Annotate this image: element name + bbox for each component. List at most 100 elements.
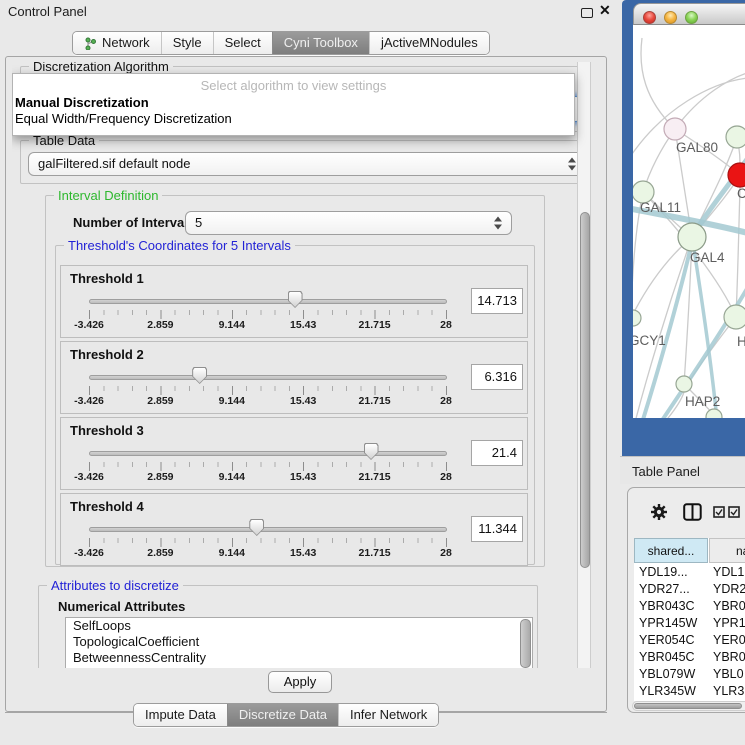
threshold-slider-ticks <box>89 538 448 547</box>
algorithm-option-equal-width[interactable]: Equal Width/Frequency Discretization <box>15 111 232 126</box>
threshold-slider-track[interactable] <box>89 527 447 532</box>
threshold-slider-thumb[interactable] <box>364 443 379 460</box>
tick-label: 21.715 <box>359 319 391 331</box>
combo-stepper-icon <box>494 217 503 230</box>
threshold-slider-thumb[interactable] <box>192 367 207 384</box>
table-row[interactable]: YER054C YER0 <box>634 632 745 649</box>
table-row[interactable]: YBR045C YBR0 <box>634 649 745 666</box>
checkbox-icon[interactable] <box>728 506 741 518</box>
table-row[interactable]: YPR145W YPR1 <box>634 615 745 632</box>
tick-label: -3.426 <box>74 395 104 407</box>
algorithm-option-manual[interactable]: Manual Discretization <box>15 95 149 110</box>
table-panel-titlebar: Table Panel <box>620 456 745 484</box>
table-row[interactable]: YBR043C YBR0 <box>634 598 745 615</box>
threshold-value-field[interactable]: 21.4 <box>471 440 523 466</box>
attributes-group-title: Attributes to discretize <box>47 578 183 593</box>
tab-infer-network[interactable]: Infer Network <box>338 704 438 726</box>
settings-gear-icon[interactable] <box>650 503 668 521</box>
node-GAL80[interactable] <box>664 118 686 140</box>
node-HAP2[interactable] <box>676 376 692 392</box>
table-data-combo[interactable]: galFiltered.sif default node <box>28 152 586 176</box>
column-header-name[interactable]: na <box>709 538 745 563</box>
control-panel-tabs: Network Style Select Cyni Toolbox jActiv… <box>72 31 490 55</box>
tab-jactivemnodules[interactable]: jActiveMNodules <box>369 32 489 54</box>
tick-label: 28 <box>440 471 452 483</box>
list-scrollbar-thumb[interactable] <box>520 619 531 668</box>
numerical-attributes-list[interactable]: SelfLoopsTopologicalCoefficientBetweenne… <box>65 617 533 668</box>
table-row[interactable]: YDL19... YDL1 <box>634 564 745 581</box>
network-graph: GAL80GACGAL11GAL4GCY1HHAP2 <box>622 0 745 456</box>
split-columns-icon[interactable] <box>683 503 702 521</box>
node-GAL11-label: GAL11 <box>640 200 681 215</box>
threshold-tick-labels: -3.4262.8599.14415.4321.71528 <box>89 471 448 485</box>
table-row[interactable]: YBL079W YBL0 <box>634 666 745 683</box>
threshold-panel: Threshold 1 -3.4262.8599.14415.4321.7152… <box>60 265 528 338</box>
threshold-slider-thumb[interactable] <box>288 291 303 308</box>
main-scrollbar-track[interactable] <box>577 62 591 668</box>
node-GCY1[interactable] <box>625 310 641 326</box>
table-panel-body: shared... na YDL19... YDL1 YDR27... YDR2… <box>627 487 745 713</box>
table-rows: YDL19... YDL1 YDR27... YDR2 YBR043C YBR0… <box>634 564 745 701</box>
tick-label: 9.144 <box>219 395 245 407</box>
threshold-value-field[interactable]: 6.316 <box>471 364 523 390</box>
node-bottom-partial[interactable] <box>706 409 722 425</box>
node-H-partial[interactable] <box>724 305 745 329</box>
tab-cyni-toolbox[interactable]: Cyni Toolbox <box>272 32 369 54</box>
node-red-label: C <box>737 186 745 201</box>
threshold-tick-labels: -3.4262.8599.14415.4321.71528 <box>89 319 448 333</box>
close-icon[interactable]: ✕ <box>599 2 611 19</box>
tab-style[interactable]: Style <box>161 32 213 54</box>
threshold-slider-ticks <box>89 462 448 471</box>
tick-label: 15.43 <box>290 471 316 483</box>
network-tree-icon <box>84 37 97 50</box>
float-window-icon[interactable] <box>581 8 593 18</box>
settings-scroll-viewport: Discretization Algorithm Select algorith… <box>12 62 592 668</box>
tab-select[interactable]: Select <box>213 32 272 54</box>
apply-button[interactable]: Apply <box>268 671 332 693</box>
attribute-list-item[interactable]: TopologicalCoefficient <box>66 634 532 650</box>
threshold-slider-thumb[interactable] <box>249 519 264 536</box>
tick-label: 15.43 <box>290 547 316 559</box>
table-hscrollbar-track[interactable] <box>632 701 745 711</box>
node-GAL4[interactable] <box>678 223 706 251</box>
threshold-slider-track[interactable] <box>89 451 447 456</box>
tab-discretize-data[interactable]: Discretize Data <box>227 704 338 726</box>
threshold-label: Threshold 1 <box>70 271 144 286</box>
tick-label: 2.859 <box>147 395 173 407</box>
table-data-combo-value: galFiltered.sif default node <box>38 156 190 171</box>
threshold-value-field[interactable]: 11.344 <box>471 516 523 542</box>
tick-label: 15.43 <box>290 319 316 331</box>
threshold-slider-track[interactable] <box>89 375 447 380</box>
tab-impute-data[interactable]: Impute Data <box>134 704 227 726</box>
main-scrollbar-thumb[interactable] <box>580 212 590 568</box>
tick-label: 2.859 <box>147 471 173 483</box>
control-panel-title: Control Panel <box>8 4 87 19</box>
threshold-tick-labels: -3.4262.8599.14415.4321.71528 <box>89 547 448 561</box>
table-row[interactable]: YDR27... YDR2 <box>634 581 745 598</box>
tab-network[interactable]: Network <box>73 32 161 54</box>
node-H-partial-label: H <box>737 334 745 349</box>
tick-label: 28 <box>440 319 452 331</box>
control-panel-titlebar: Control Panel ✕ <box>0 0 620 22</box>
tick-label: -3.426 <box>74 471 104 483</box>
node-GA-partial[interactable] <box>726 126 745 148</box>
num-intervals-combo[interactable]: 5 <box>185 211 512 235</box>
tick-label: -3.426 <box>74 319 104 331</box>
tick-label: 2.859 <box>147 547 173 559</box>
table-panel-title: Table Panel <box>632 464 700 479</box>
tick-label: 21.715 <box>359 395 391 407</box>
node-GCY1-label: GCY1 <box>629 333 666 348</box>
table-row[interactable]: YLR345W YLR3 <box>634 683 745 700</box>
threshold-slider-track[interactable] <box>89 299 447 304</box>
table-hscrollbar-thumb[interactable] <box>634 703 742 709</box>
combo-stepper-icon <box>568 158 577 171</box>
checkbox-icon[interactable] <box>713 506 726 518</box>
node-table: shared... na YDL19... YDL1 YDR27... YDR2… <box>634 538 745 701</box>
tick-label: 28 <box>440 547 452 559</box>
tick-label: 21.715 <box>359 547 391 559</box>
attribute-list-item[interactable]: BetweennessCentrality <box>66 650 532 666</box>
threshold-value-field[interactable]: 14.713 <box>471 288 523 314</box>
column-header-shared-name[interactable]: shared... <box>634 538 708 563</box>
threshold-slider-ticks <box>89 310 448 319</box>
attribute-list-item[interactable]: SelfLoops <box>66 618 532 634</box>
